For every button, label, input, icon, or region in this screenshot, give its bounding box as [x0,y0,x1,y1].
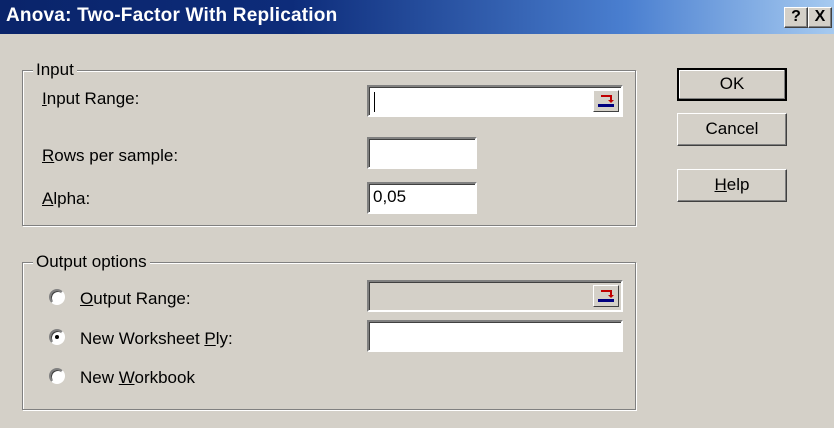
title-bar: Anova: Two-Factor With Replication ? X [0,0,834,34]
help-title-button[interactable]: ? [784,7,808,28]
input-group-legend: Input [33,60,77,80]
output-options-group: Output options Output Range: New Workshe… [22,252,636,410]
ok-button[interactable]: OK [677,68,787,101]
output-range-label[interactable]: Output Range: [80,289,191,309]
output-range-radio[interactable] [49,289,65,305]
window-title: Anova: Two-Factor With Replication [6,5,338,26]
output-options-legend: Output options [33,252,150,272]
alpha-field[interactable]: 0,05 [367,182,477,214]
radio-selected-dot [55,335,59,339]
input-range-field[interactable] [367,85,623,117]
new-workbook-label[interactable]: New Workbook [80,368,195,388]
new-workbook-radio[interactable] [49,368,65,384]
output-range-field[interactable] [367,280,623,312]
collapse-dialog-icon [598,95,614,107]
alpha-label: Alpha: [42,189,91,208]
new-worksheet-radio[interactable] [49,329,65,345]
cancel-button[interactable]: Cancel [677,113,787,146]
collapse-dialog-icon [598,290,614,302]
text-caret [374,92,375,112]
rows-per-sample-field[interactable] [367,137,477,169]
input-range-label: Input Range: [42,89,140,108]
rows-per-sample-label: Rows per sample: [42,146,179,165]
new-worksheet-label[interactable]: New Worksheet Ply: [80,329,233,349]
new-worksheet-field[interactable] [367,320,623,352]
help-button[interactable]: Help [677,169,787,202]
input-group: Input Input Range: Rows per sample: Alph… [22,60,636,226]
output-range-collapse-button[interactable] [593,285,619,307]
input-range-collapse-button[interactable] [593,90,619,112]
close-title-button[interactable]: X [808,7,832,28]
